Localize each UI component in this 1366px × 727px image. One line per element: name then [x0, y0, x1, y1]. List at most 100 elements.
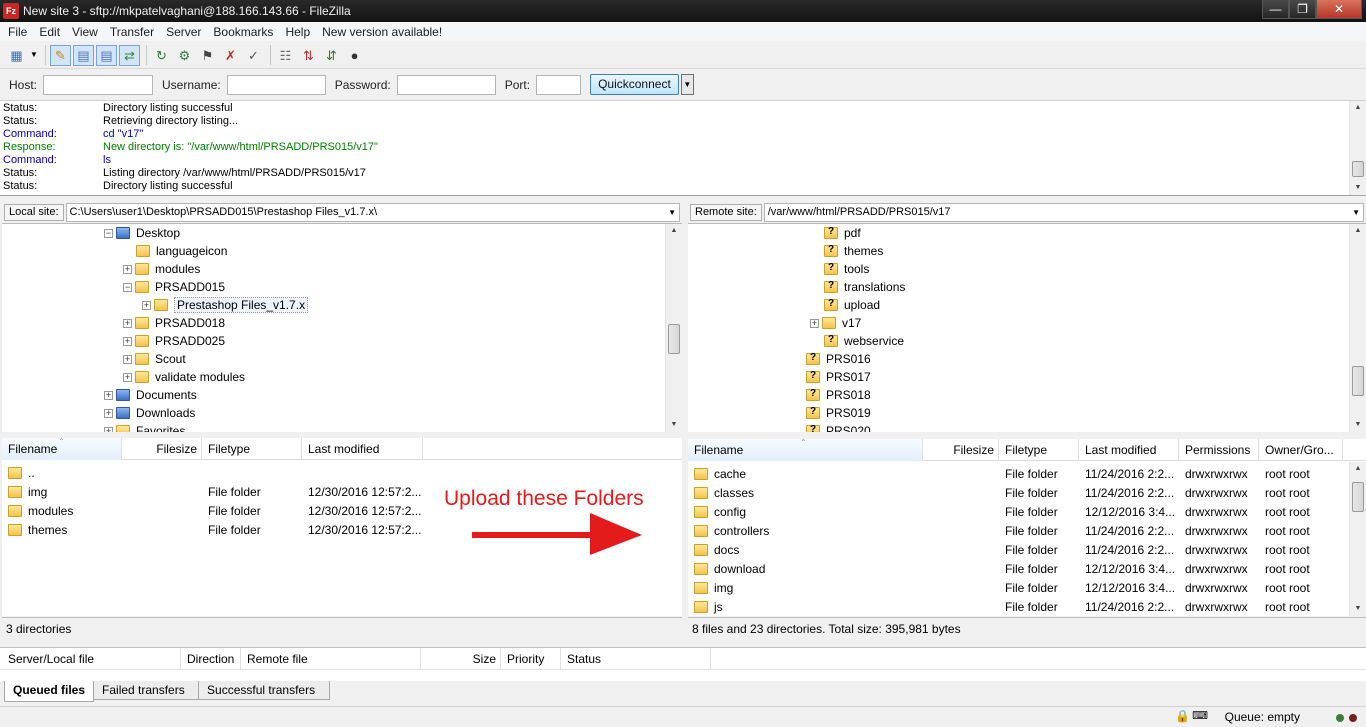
- tree-item[interactable]: − PRSADD015: [123, 278, 225, 296]
- queue-column-size[interactable]: Size: [421, 648, 501, 670]
- close-button[interactable]: ✕: [1316, 0, 1362, 19]
- tree-item[interactable]: + v17: [810, 314, 861, 332]
- list-item[interactable]: config File folder 12/12/2016 3:4... drwxrw…: [688, 502, 1366, 521]
- collapse-icon[interactable]: −: [104, 228, 113, 238]
- local-path-input[interactable]: C:\Users\user1\Desktop\PRSADD015\Prestas…: [65, 202, 680, 222]
- tree-item[interactable]: upload: [824, 296, 880, 314]
- remote-path-input[interactable]: /var/www/html/PRSADD/PRS015/v17 ▼: [763, 202, 1364, 222]
- port-input[interactable]: [536, 74, 582, 95]
- column-filesize[interactable]: Filesize: [923, 439, 999, 461]
- tree-item[interactable]: + modules: [123, 260, 200, 278]
- tab-failed-transfers[interactable]: Failed transfers: [93, 681, 200, 700]
- tree-item[interactable]: + validate modules: [123, 368, 245, 386]
- list-item[interactable]: controllers File folder 11/24/2016 2:2... d…: [688, 521, 1366, 540]
- tree-item[interactable]: + PRSADD018: [123, 314, 225, 332]
- tree-item[interactable]: PRS019: [806, 404, 871, 422]
- list-item[interactable]: download File folder 12/12/2016 3:4... drwx…: [688, 559, 1366, 578]
- tree-item[interactable]: + Favorites: [104, 422, 185, 432]
- column-filename[interactable]: ⌃ Filename: [688, 439, 923, 461]
- tree-item[interactable]: tools: [824, 260, 869, 278]
- tab-successful-transfers[interactable]: Successful transfers: [198, 681, 331, 700]
- tree-item[interactable]: + PRSADD025: [123, 332, 225, 350]
- toggle-log-icon[interactable]: ✎: [50, 44, 71, 66]
- menu-transfer[interactable]: Transfer: [104, 25, 160, 39]
- quickconnect-button[interactable]: Quickconnect: [590, 74, 679, 95]
- expand-icon[interactable]: +: [104, 426, 113, 432]
- collapse-icon[interactable]: −: [123, 282, 132, 292]
- process-queue-icon[interactable]: ⚙: [174, 45, 195, 66]
- queue-column-direction[interactable]: Direction: [181, 648, 241, 670]
- tree-item[interactable]: + Scout: [123, 350, 186, 368]
- tree-item[interactable]: PRS020: [806, 422, 871, 432]
- password-input[interactable]: [396, 74, 496, 95]
- local-tree-scrollbar[interactable]: ▲ ▼: [665, 224, 682, 432]
- column-filename[interactable]: ⌃ Filename: [2, 438, 122, 460]
- list-item[interactable]: img File folder 12/12/2016 3:4... drwxrwxrw…: [688, 578, 1366, 597]
- menu-new-version[interactable]: New version available!: [316, 25, 448, 39]
- site-manager-dropdown-icon[interactable]: ▼: [29, 45, 39, 66]
- tree-item[interactable]: PRS017: [806, 368, 871, 386]
- column-filetype[interactable]: Filetype: [202, 438, 302, 460]
- quickconnect-dropdown-icon[interactable]: ▼: [680, 74, 694, 95]
- tree-item[interactable]: webservice: [824, 332, 904, 350]
- expand-icon[interactable]: +: [123, 336, 132, 346]
- tree-item[interactable]: PRS018: [806, 386, 871, 404]
- log-scrollbar[interactable]: ▲ ▼: [1349, 101, 1366, 195]
- scroll-up-icon[interactable]: ▲: [1350, 224, 1366, 238]
- tree-item[interactable]: + Documents: [104, 386, 197, 404]
- column-filesize[interactable]: Filesize: [122, 438, 202, 460]
- chevron-down-icon[interactable]: ▼: [668, 204, 676, 221]
- scroll-up-icon[interactable]: ▲: [1350, 462, 1366, 476]
- toggle-remote-tree-icon[interactable]: ▤: [96, 44, 117, 66]
- tree-item[interactable]: languageicon: [136, 242, 227, 260]
- menu-bookmarks[interactable]: Bookmarks: [207, 25, 279, 39]
- column-last-modified[interactable]: Last modified: [1079, 439, 1179, 461]
- tree-item[interactable]: translations: [824, 278, 905, 296]
- column-last-modified[interactable]: Last modified: [302, 438, 423, 460]
- expand-icon[interactable]: +: [104, 390, 113, 400]
- search-remote-files-icon[interactable]: ●: [344, 45, 365, 66]
- scroll-down-icon[interactable]: ▼: [666, 418, 682, 432]
- queue-column-remote-file[interactable]: Remote file: [241, 648, 421, 670]
- expand-icon[interactable]: +: [123, 264, 132, 274]
- remote-tree-scrollbar[interactable]: ▲ ▼: [1349, 224, 1366, 432]
- column-owner-group[interactable]: Owner/Gro...: [1259, 439, 1343, 461]
- list-item[interactable]: classes File folder 11/24/2016 2:2... drwxr…: [688, 483, 1366, 502]
- list-item[interactable]: js File folder 11/24/2016 2:2... drwxrwxrwx…: [688, 597, 1366, 616]
- reconnect-icon[interactable]: ✓: [243, 45, 264, 66]
- remote-list-scrollbar[interactable]: ▲ ▼: [1349, 462, 1366, 616]
- expand-icon[interactable]: +: [123, 372, 132, 382]
- toggle-queue-icon[interactable]: ⇄: [119, 44, 140, 66]
- list-item[interactable]: cache File folder 11/24/2016 2:2... drwxrwx…: [688, 464, 1366, 483]
- list-item[interactable]: docs File folder 11/24/2016 2:2... drwxrwxr…: [688, 540, 1366, 559]
- tree-item[interactable]: + Downloads: [104, 404, 195, 422]
- host-input[interactable]: [43, 74, 154, 95]
- scroll-down-icon[interactable]: ▼: [1350, 181, 1366, 195]
- username-input[interactable]: [226, 74, 326, 95]
- menu-server[interactable]: Server: [160, 25, 207, 39]
- scroll-up-icon[interactable]: ▲: [666, 224, 682, 238]
- expand-icon[interactable]: +: [104, 408, 113, 418]
- minimize-button[interactable]: —: [1262, 0, 1289, 19]
- site-manager-icon[interactable]: ▦: [6, 45, 27, 66]
- chevron-down-icon[interactable]: ▼: [1352, 204, 1360, 221]
- menu-view[interactable]: View: [66, 25, 104, 39]
- scroll-up-icon[interactable]: ▲: [1350, 101, 1366, 115]
- queue-column-priority[interactable]: Priority: [501, 648, 561, 670]
- expand-icon[interactable]: +: [142, 300, 151, 310]
- cancel-operation-icon[interactable]: ⚑: [197, 45, 218, 66]
- column-permissions[interactable]: Permissions: [1179, 439, 1259, 461]
- queue-column-status[interactable]: Status: [561, 648, 711, 670]
- menu-edit[interactable]: Edit: [33, 25, 66, 39]
- expand-icon[interactable]: +: [123, 318, 132, 328]
- scroll-down-icon[interactable]: ▼: [1350, 418, 1366, 432]
- refresh-icon[interactable]: ↻: [151, 45, 172, 66]
- tree-item[interactable]: − Desktop: [104, 224, 180, 242]
- column-filetype[interactable]: Filetype: [999, 439, 1079, 461]
- menu-help[interactable]: Help: [279, 25, 316, 39]
- tree-item[interactable]: pdf: [824, 224, 861, 242]
- tree-item[interactable]: themes: [824, 242, 883, 260]
- toggle-local-tree-icon[interactable]: ▤: [73, 44, 94, 66]
- expand-icon[interactable]: +: [810, 318, 819, 328]
- directory-comparison-icon[interactable]: ⇵: [321, 45, 342, 66]
